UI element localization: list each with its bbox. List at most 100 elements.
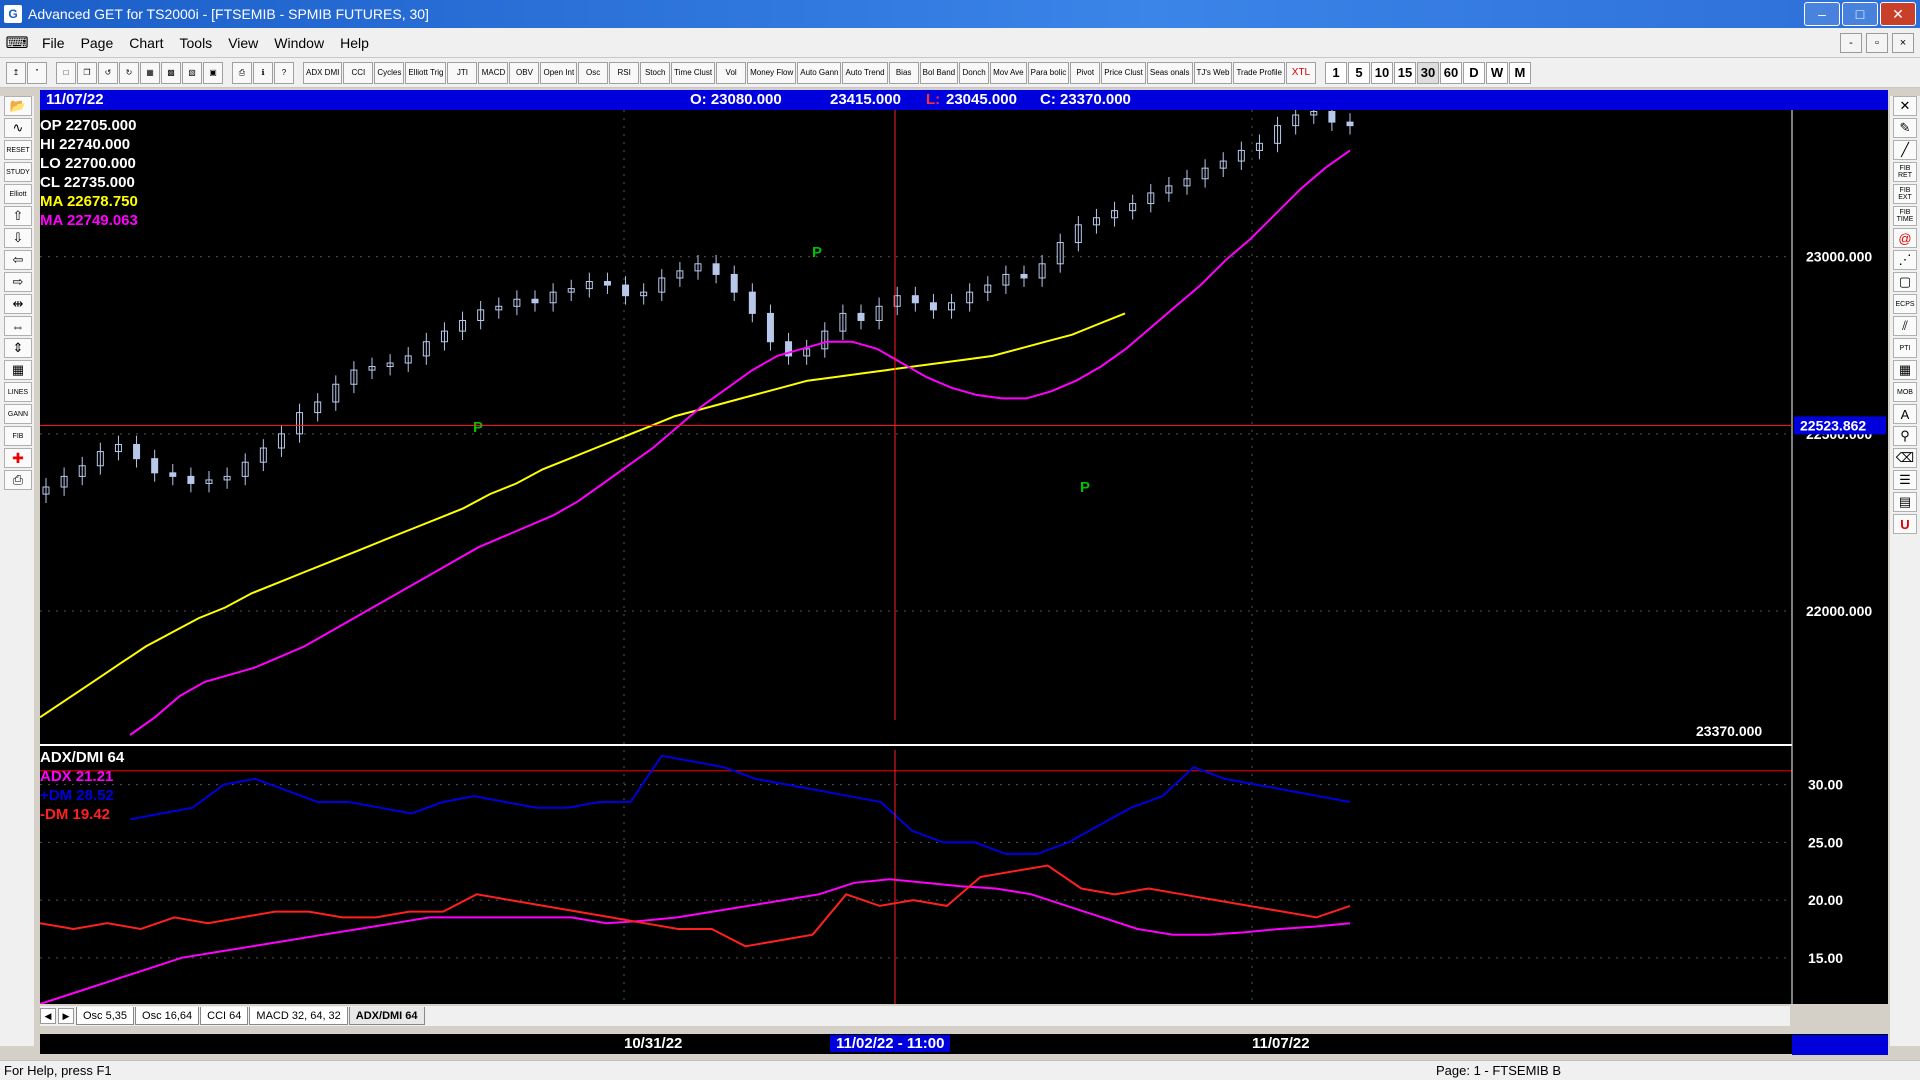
- period-button-5[interactable]: 5: [1347, 61, 1370, 84]
- tab-scroll-right-icon[interactable]: ▶: [58, 1008, 74, 1024]
- cursor-icon[interactable]: ✕: [1893, 96, 1917, 116]
- arrow-down-icon[interactable]: ⇩: [4, 228, 32, 248]
- indicator-button-osc[interactable]: Osc: [578, 61, 609, 84]
- period-button-60[interactable]: 60: [1439, 61, 1462, 84]
- indicator-button-tj-s-web[interactable]: TJ's Web: [1193, 61, 1233, 84]
- period-button-30[interactable]: 30: [1416, 61, 1439, 84]
- close-button[interactable]: ✕: [1880, 2, 1916, 26]
- forward-icon[interactable]: ↻: [119, 61, 139, 84]
- fan-icon[interactable]: ⋰: [1893, 250, 1917, 270]
- arrow-right-icon[interactable]: ⇨: [4, 272, 32, 292]
- indicator-button-money-flow[interactable]: Money Flow: [747, 61, 797, 84]
- print-icon[interactable]: ⎙: [232, 61, 252, 84]
- box-icon[interactable]: ▢: [1893, 272, 1917, 292]
- study-icon[interactable]: STUDY: [4, 162, 32, 182]
- grid-icon[interactable]: ▦: [1893, 360, 1917, 380]
- indicator-button-adx-dmi[interactable]: ADX DMI: [303, 61, 343, 84]
- tab-cci-64[interactable]: CCI 64: [200, 1007, 249, 1025]
- fib-ret-icon[interactable]: FIB RET: [1893, 162, 1917, 182]
- fib-time-icon[interactable]: FIB TIME: [1893, 206, 1917, 226]
- expand-icon[interactable]: ⇔: [4, 316, 32, 336]
- line-icon[interactable]: ╱: [1893, 140, 1917, 160]
- indicator-button-xtl[interactable]: XTL: [1285, 61, 1316, 84]
- pattern-icon[interactable]: ∿: [4, 118, 32, 138]
- gann-icon[interactable]: GANN: [4, 404, 32, 424]
- indicator-button-macd[interactable]: MACD: [478, 61, 509, 84]
- compress-icon[interactable]: ⇹: [4, 294, 32, 314]
- period-button-10[interactable]: 10: [1370, 61, 1393, 84]
- mdi-close-button[interactable]: ×: [1892, 33, 1914, 53]
- tab-osc-5-35[interactable]: Osc 5,35: [76, 1007, 135, 1025]
- resize-icon[interactable]: ⇕: [4, 338, 32, 358]
- indicator-button-pivot[interactable]: Pivot: [1070, 61, 1101, 84]
- pti-icon[interactable]: PTI: [1893, 338, 1917, 358]
- document-icon[interactable]: ⌨: [5, 32, 28, 54]
- indicator-button-bias[interactable]: Bias: [888, 61, 919, 84]
- tab-macd-32-64-32[interactable]: MACD 32, 64, 32: [249, 1007, 348, 1025]
- pencil-icon[interactable]: ✎: [1893, 118, 1917, 138]
- indicator-button-rsi[interactable]: RSI: [609, 61, 640, 84]
- minimize-button[interactable]: –: [1804, 2, 1840, 26]
- menu-tools[interactable]: Tools: [172, 35, 221, 51]
- indicator-button-trade-profile[interactable]: Trade Profile: [1233, 61, 1285, 84]
- reset-icon[interactable]: RESET: [4, 140, 32, 160]
- indicator-button-open-int[interactable]: Open Int: [540, 61, 578, 84]
- back-icon[interactable]: ↺: [98, 61, 118, 84]
- menu-help[interactable]: Help: [332, 35, 377, 51]
- indicator-button-obv[interactable]: OBV: [509, 61, 540, 84]
- quote-tool-icon[interactable]: ”: [27, 61, 47, 84]
- period-button-1[interactable]: 1: [1324, 61, 1347, 84]
- grid-icon[interactable]: ▦: [4, 360, 32, 380]
- settings-grid-icon[interactable]: ▧: [182, 61, 202, 84]
- mob-icon[interactable]: MOB: [1893, 382, 1917, 402]
- indicator-button-cci[interactable]: CCI: [343, 61, 374, 84]
- fib-icon[interactable]: FIB: [4, 426, 32, 446]
- print-icon[interactable]: ⎙: [4, 470, 32, 490]
- indicator-button-mov-ave[interactable]: Mov Ave: [990, 61, 1027, 84]
- window-cascade-icon[interactable]: ▩: [161, 61, 181, 84]
- indicator-button-para-bolic[interactable]: Para bolic: [1027, 61, 1070, 84]
- tab-adx-dmi-64[interactable]: ADX/DMI 64: [348, 1007, 425, 1025]
- eraser-icon[interactable]: ⌫: [1893, 448, 1917, 468]
- window-tile-icon[interactable]: ▦: [140, 61, 160, 84]
- crosshair-icon[interactable]: ✚: [4, 448, 32, 468]
- open-folder-icon[interactable]: 📂: [4, 96, 32, 116]
- indicator-button-price-clust[interactable]: Price Clust: [1101, 61, 1146, 84]
- app-icon[interactable]: G: [4, 5, 22, 23]
- table-icon[interactable]: ▤: [1893, 492, 1917, 512]
- indicator-button-seas-onals[interactable]: Seas onals: [1146, 61, 1193, 84]
- tab-scroll-left-icon[interactable]: ◀: [40, 1008, 56, 1024]
- period-button-w[interactable]: W: [1485, 61, 1508, 84]
- ecps-icon[interactable]: ECPS: [1893, 294, 1917, 314]
- text-icon[interactable]: A: [1893, 404, 1917, 424]
- tab-osc-16-64[interactable]: Osc 16,64: [135, 1007, 200, 1025]
- indicator-button-jti[interactable]: JTI: [447, 61, 478, 84]
- layers-icon[interactable]: ☰: [1893, 470, 1917, 490]
- spiral-icon[interactable]: @: [1893, 228, 1917, 248]
- fib-ext-icon[interactable]: FIB EXT: [1893, 184, 1917, 204]
- indicator-button-cycles[interactable]: Cycles: [374, 61, 405, 84]
- elliott-icon[interactable]: Elliott: [4, 184, 32, 204]
- info-icon[interactable]: ℹ: [253, 61, 273, 84]
- arrow-up-icon[interactable]: ⇧: [4, 206, 32, 226]
- lines-icon[interactable]: LINES: [4, 382, 32, 402]
- period-button-d[interactable]: D: [1462, 61, 1485, 84]
- menu-file[interactable]: File: [34, 35, 73, 51]
- undo-icon[interactable]: U: [1893, 514, 1917, 534]
- indicator-button-bol-band[interactable]: Bol Band: [919, 61, 959, 84]
- layout-icon[interactable]: ▣: [203, 61, 223, 84]
- menu-view[interactable]: View: [220, 35, 266, 51]
- indicator-button-vol[interactable]: Vol: [716, 61, 747, 84]
- indicator-button-time-clust[interactable]: Time Clust: [671, 61, 716, 84]
- maximize-button[interactable]: □: [1842, 2, 1878, 26]
- mdi-restore-button[interactable]: ▫: [1866, 33, 1888, 53]
- period-button-15[interactable]: 15: [1393, 61, 1416, 84]
- menu-chart[interactable]: Chart: [121, 35, 171, 51]
- pointer-tool-icon[interactable]: ↥: [6, 61, 26, 84]
- menu-window[interactable]: Window: [266, 35, 332, 51]
- indicator-button-auto-trend[interactable]: Auto Trend: [842, 61, 888, 84]
- price-chart[interactable]: 23000.00022500.00022000.00022523.8622337…: [40, 110, 1888, 1004]
- menu-page[interactable]: Page: [73, 35, 122, 51]
- indicator-button-donch[interactable]: Donch: [959, 61, 990, 84]
- help-cursor-icon[interactable]: ?: [274, 61, 294, 84]
